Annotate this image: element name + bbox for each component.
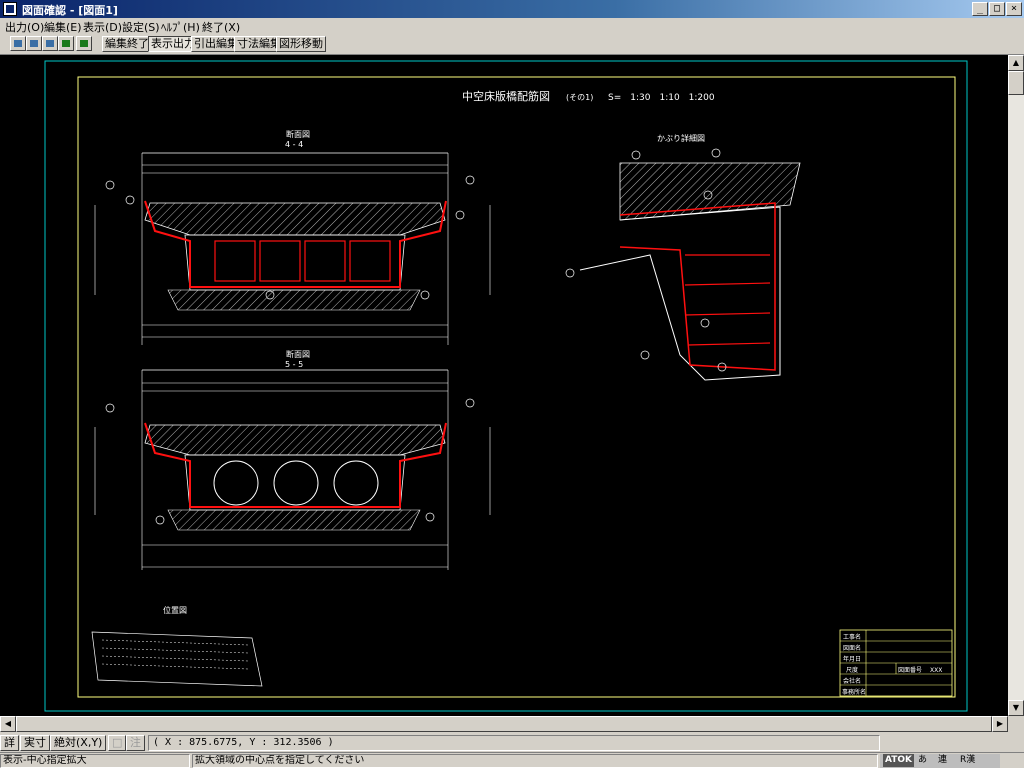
zoom-fit-icon[interactable] xyxy=(10,36,26,51)
tb-scale: 尺度 xyxy=(846,666,858,674)
vertical-scrollbar[interactable]: ▲ ▼ xyxy=(1008,55,1024,716)
section-4-4: 断面図 4 - 4 xyxy=(94,129,491,345)
coordinate-display: ( X : 875.6775, Y : 312.3506 ) xyxy=(148,735,880,751)
app-icon[interactable] xyxy=(3,2,17,16)
menu-help[interactable]: ﾍﾙﾌﾟ(H) xyxy=(161,19,200,35)
minimize-button[interactable]: _ xyxy=(972,2,988,16)
ime-conversion[interactable]: 連 xyxy=(938,754,947,767)
detail-label: かぶり詳細図 xyxy=(657,133,705,143)
menu-bar: 出力(O) 編集(E) 表示(D) 設定(S) ﾍﾙﾌﾟ(H) 終了(X) xyxy=(0,18,1024,34)
zoom-window-icon[interactable] xyxy=(58,36,74,51)
menu-edit[interactable]: 編集(E) xyxy=(44,19,82,35)
status-mode: 表示-中心指定拡大 xyxy=(0,754,190,768)
scroll-corner xyxy=(1008,716,1024,732)
tb-company: 会社名 xyxy=(843,677,861,685)
section-5-5: 断面図 5 - 5 xyxy=(94,349,491,570)
status-bar: 表示-中心指定拡大 拡大領域の中心点を指定してください ATOK あ 連 R漢 xyxy=(0,752,1024,768)
disabled-button-b[interactable]: 注 xyxy=(126,735,145,751)
section1-id: 4 - 4 xyxy=(285,140,303,149)
status-message: 拡大領域の中心点を指定してください xyxy=(192,754,878,768)
tb-office: 事務所名 xyxy=(842,688,866,696)
drawing-subtitle: (その1) xyxy=(566,93,593,102)
maximize-button[interactable]: □ xyxy=(989,2,1005,16)
absolute-coord-button[interactable]: 絶対(X,Y) xyxy=(50,735,107,751)
cad-drawing: 中空床版橋配筋図 (その1) S= 1:30 1:10 1:200 断面図 4 … xyxy=(44,60,968,712)
toolbar: 編集終了 表示出力 引出編集 寸法編集 図形移動 xyxy=(0,34,1024,55)
vertical-scroll-thumb[interactable] xyxy=(1008,71,1024,95)
tb-project: 工事名 xyxy=(843,633,861,641)
scroll-up-icon[interactable]: ▲ xyxy=(1008,55,1024,71)
detail-button[interactable]: 詳 xyxy=(0,735,19,751)
scroll-left-icon[interactable]: ◀ xyxy=(0,716,16,732)
menu-output[interactable]: 出力(O) xyxy=(5,19,44,35)
zoom-out-icon[interactable] xyxy=(42,36,58,51)
close-button[interactable]: × xyxy=(1006,2,1022,16)
finish-edit-button[interactable]: 編集終了 xyxy=(102,36,152,52)
horizontal-scrollbar[interactable]: ◀ ▶ xyxy=(0,716,1008,732)
location-plan: 位置図 xyxy=(91,605,263,687)
drawing-title: 中空床版橋配筋図 xyxy=(462,89,550,103)
menu-exit[interactable]: 終了(X) xyxy=(202,19,240,35)
cover-detail: かぶり詳細図 xyxy=(565,133,801,381)
horizontal-scroll-thumb[interactable] xyxy=(16,716,992,732)
section2-label: 断面図 xyxy=(286,349,310,359)
scroll-right-icon[interactable]: ▶ xyxy=(992,716,1008,732)
command-bar: 詳 実寸 絶対(X,Y) □ 注 ( X : 875.6775, Y : 312… xyxy=(0,734,1024,752)
ime-name[interactable]: ATOK xyxy=(883,754,915,767)
tb-drawing-no-value: XXX xyxy=(930,667,942,674)
drawing-canvas[interactable]: 中空床版橋配筋図 (その1) S= 1:30 1:10 1:200 断面図 4 … xyxy=(0,55,1008,716)
section1-label: 断面図 xyxy=(286,129,310,139)
disabled-button-a[interactable]: □ xyxy=(108,735,127,751)
drawing-frame xyxy=(77,76,956,698)
move-shape-button[interactable]: 図形移動 xyxy=(276,36,326,52)
menu-view[interactable]: 表示(D) xyxy=(83,19,122,35)
title-bar: 図面確認 - [図面1] _ □ × xyxy=(0,0,1024,18)
drawing-scale: S= 1:30 1:10 1:200 xyxy=(608,93,715,103)
ime-kanji[interactable]: R漢 xyxy=(960,754,975,767)
tb-date: 年月日 xyxy=(843,655,861,663)
location-label: 位置図 xyxy=(163,605,187,615)
tb-drawing-name: 図面名 xyxy=(843,644,861,652)
actual-size-button[interactable]: 実寸 xyxy=(20,735,50,751)
grid-icon[interactable] xyxy=(76,36,92,51)
zoom-in-icon[interactable] xyxy=(26,36,42,51)
tb-drawing-no-label: 図面番号 xyxy=(898,667,922,674)
ime-mode[interactable]: あ xyxy=(918,754,927,767)
ime-toolbar[interactable]: ATOK あ 連 R漢 xyxy=(880,754,1000,768)
scroll-down-icon[interactable]: ▼ xyxy=(1008,700,1024,716)
section2-id: 5 - 5 xyxy=(285,360,303,369)
title-block: 工事名 図面名 年月日 尺度 会社名 事務所名 図面番号 XXX xyxy=(839,629,953,697)
window-title: 図面確認 - [図面1] xyxy=(22,4,118,17)
menu-settings[interactable]: 設定(S) xyxy=(122,19,160,35)
